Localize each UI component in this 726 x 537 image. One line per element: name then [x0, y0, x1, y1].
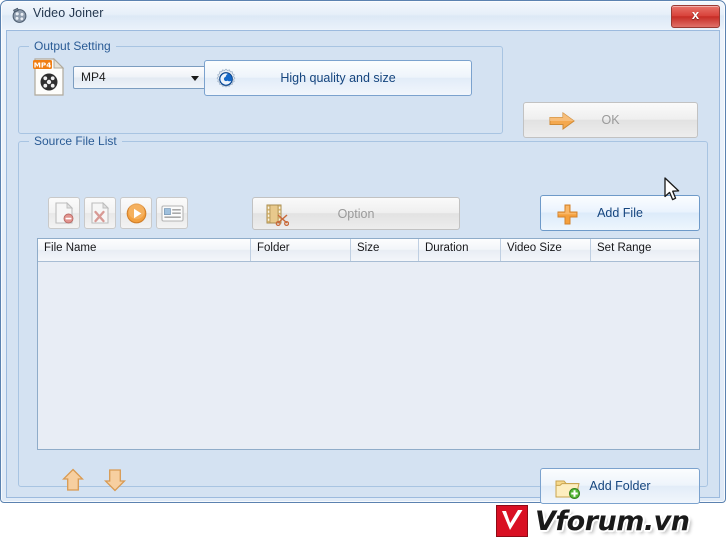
preview-play-button[interactable]	[120, 197, 152, 229]
quality-setting-button[interactable]: High quality and size	[204, 60, 472, 96]
ok-label: OK	[601, 113, 620, 127]
svg-text:MP4: MP4	[34, 60, 51, 69]
file-delete-icon	[91, 202, 110, 224]
option-button[interactable]: Option	[252, 197, 460, 230]
title-bar[interactable]: Video Joiner x	[2, 2, 724, 29]
column-header-set-range[interactable]: Set Range	[591, 239, 699, 261]
video-joiner-app-icon	[12, 7, 27, 23]
source-file-list-group: Source File List Option Add File File Na…	[18, 134, 708, 537]
delete-file-button[interactable]	[84, 197, 116, 229]
vforum-logo-badge	[496, 505, 528, 537]
remove-file-button[interactable]	[48, 197, 80, 229]
option-label: Option	[337, 207, 375, 221]
column-header-video-size[interactable]: Video Size	[501, 239, 591, 261]
chevron-down-icon	[191, 76, 199, 81]
vforum-watermark: Vforum.vn	[496, 505, 691, 537]
output-format-value: MP4	[81, 70, 106, 84]
ok-button[interactable]: OK	[523, 102, 698, 138]
file-remove-icon	[55, 202, 74, 224]
column-header-file-name[interactable]: File Name	[38, 239, 251, 261]
window-title: Video Joiner	[33, 6, 104, 20]
close-button[interactable]: x	[671, 5, 720, 28]
output-format-select[interactable]: MP4	[73, 66, 208, 89]
mp4-file-icon: MP4	[33, 58, 65, 96]
properties-icon	[161, 205, 184, 222]
output-setting-group-title: Output Setting	[29, 39, 116, 53]
file-list-table[interactable]: File Name Folder Size Duration Video Siz…	[37, 238, 700, 450]
move-up-arrow-icon[interactable]	[62, 468, 84, 492]
quality-setting-label: High quality and size	[280, 71, 396, 85]
add-file-label: Add File	[597, 206, 643, 220]
file-properties-button[interactable]	[156, 197, 188, 229]
client-area: Output Setting MP4 MP4 High quality and …	[6, 30, 720, 537]
add-file-button[interactable]: Add File	[540, 195, 700, 231]
add-folder-button[interactable]: Add Folder	[540, 468, 700, 504]
column-header-size[interactable]: Size	[351, 239, 419, 261]
vforum-watermark-text: Vforum.vn	[534, 505, 690, 537]
file-list-body[interactable]	[38, 262, 699, 449]
file-list-header: File Name Folder Size Duration Video Siz…	[38, 239, 699, 262]
move-down-arrow-icon[interactable]	[104, 468, 126, 492]
close-icon: x	[691, 7, 700, 22]
source-file-list-group-title: Source File List	[29, 134, 122, 148]
play-icon	[126, 203, 147, 224]
application-window: Video Joiner x Output Setting MP4 MP4 Hi…	[0, 0, 726, 537]
column-header-folder[interactable]: Folder	[251, 239, 351, 261]
column-header-duration[interactable]: Duration	[419, 239, 501, 261]
add-folder-label: Add Folder	[589, 479, 651, 493]
